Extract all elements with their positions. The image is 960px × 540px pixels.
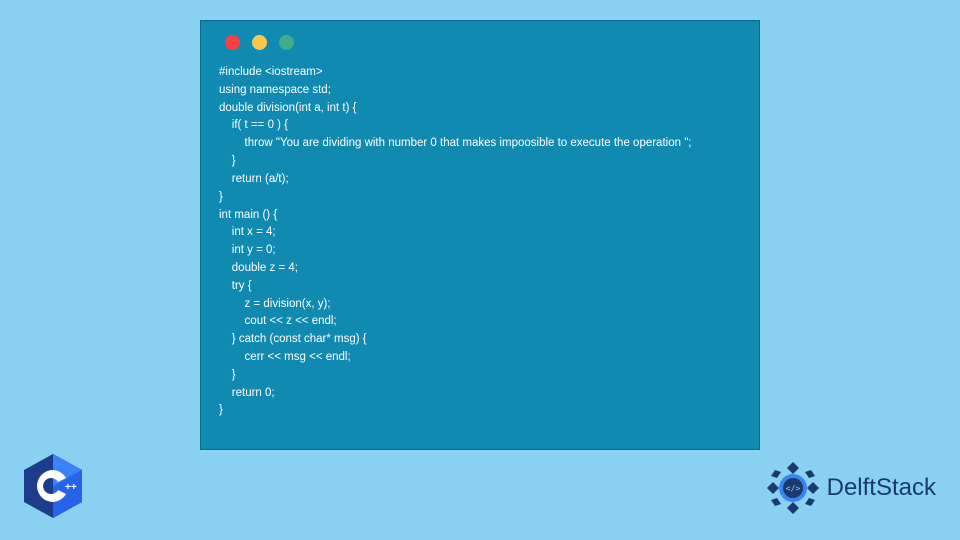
traffic-lights — [225, 35, 741, 50]
svg-text:++: ++ — [65, 482, 77, 493]
window-close-icon[interactable] — [225, 35, 240, 50]
code-block: #include <iostream> using namespace std;… — [219, 64, 741, 420]
window-minimize-icon[interactable] — [252, 35, 267, 50]
brand-name: DelftStack — [827, 474, 936, 502]
delftstack-logo-icon: </> — [765, 460, 821, 516]
code-window: #include <iostream> using namespace std;… — [200, 20, 760, 450]
svg-text:</>: </> — [785, 484, 800, 493]
cpp-badge-icon: ++ — [22, 452, 84, 520]
brand-badge: </> DelftStack — [765, 460, 936, 516]
window-maximize-icon[interactable] — [279, 35, 294, 50]
